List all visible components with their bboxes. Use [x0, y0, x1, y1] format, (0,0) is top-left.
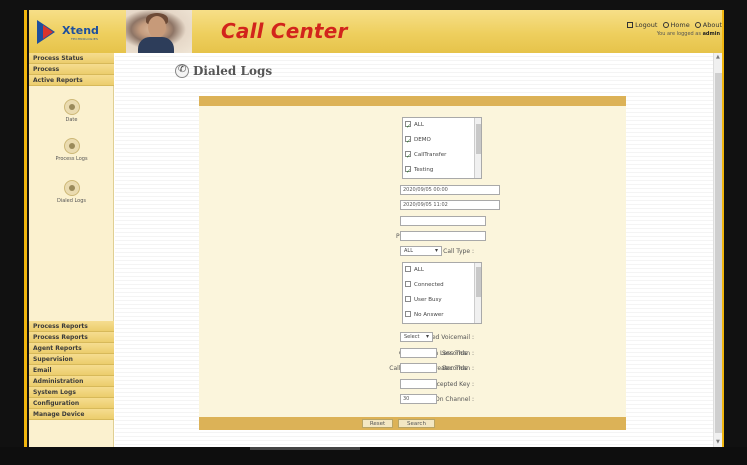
date-from-input[interactable]: 2020/09/05 00:00 — [400, 185, 500, 195]
brand-name: Xtend — [62, 24, 99, 37]
about-link[interactable]: About — [703, 21, 722, 29]
checkbox-icon[interactable] — [405, 281, 411, 287]
sidebar-sub-process-logs[interactable]: Process Logs — [29, 138, 114, 162]
list-item[interactable]: No Answer — [403, 308, 481, 323]
sidebar-sub-date[interactable]: Date — [29, 99, 114, 123]
logo-accent-icon — [43, 25, 53, 39]
main-content: Dialed Logs Process Name : ALL DEMO Call… — [115, 53, 713, 447]
reset-button[interactable]: Reset — [362, 419, 393, 428]
scroll-up-icon[interactable]: ▲ — [716, 55, 721, 60]
seconds-unit: Seconds — [442, 365, 468, 372]
sidebar-item-process-reports-2[interactable]: Process Reports — [29, 332, 114, 343]
login-prefix: You are logged as — [656, 31, 701, 37]
list-item[interactable]: DEMO — [403, 133, 481, 149]
date-to-input[interactable]: 2020/09/05 11:02 — [400, 200, 500, 210]
sidebar-item-email[interactable]: Email — [29, 365, 114, 376]
sidebar-sub-dialed-logs[interactable]: Dialed Logs — [29, 180, 114, 204]
sidebar-sub-label: Process Logs — [55, 156, 88, 162]
login-status: You are logged as admin — [657, 31, 720, 37]
sidebar-top-menu: Process Status Process Active Reports — [29, 53, 114, 86]
list-item[interactable]: ALL — [403, 118, 481, 134]
agent-photo — [126, 10, 192, 53]
sidebar-item-active-reports[interactable]: Active Reports — [29, 75, 114, 86]
list-item[interactable]: User Busy — [403, 293, 481, 308]
checkbox-icon[interactable] — [405, 311, 411, 317]
process-logs-icon — [63, 138, 80, 154]
sidebar-sub-label: Date — [65, 117, 78, 123]
sidebar-item-system-logs[interactable]: System Logs — [29, 387, 114, 398]
app-window: Xtend TECHNOLOGIES Call Center Logout Ho… — [29, 10, 722, 447]
home-link[interactable]: Home — [671, 21, 690, 29]
date-icon — [63, 99, 80, 115]
list-item[interactable]: Testing — [403, 163, 481, 179]
info-icon — [694, 22, 701, 28]
sidebar-item-process-reports[interactable]: Process Reports — [29, 321, 114, 332]
checkbox-checked-icon[interactable] — [405, 149, 411, 164]
sidebar-item-supervision[interactable]: Supervision — [29, 354, 114, 365]
scroll-down-icon[interactable]: ▼ — [716, 440, 721, 445]
sidebar-item-configuration[interactable]: Configuration — [29, 398, 114, 409]
list-item[interactable]: ALL — [403, 263, 481, 278]
duration-less-input[interactable] — [400, 348, 437, 358]
sidebar-item-process[interactable]: Process — [29, 64, 114, 75]
checkbox-checked-icon[interactable] — [405, 119, 411, 134]
call-type-select[interactable]: ALL ▾ — [400, 246, 442, 256]
search-form: Process Name : ALL DEMO CallTransfer Tes… — [199, 106, 626, 417]
received-voicemail-select[interactable]: Select ▾ — [400, 332, 433, 342]
phone-icon — [175, 64, 189, 78]
process-name-list[interactable]: ALL DEMO CallTransfer Testing — [402, 117, 482, 179]
sidebar-sub-label: Dialed Logs — [56, 198, 87, 204]
header-banner: Xtend TECHNOLOGIES Call Center Logout Ho… — [29, 10, 722, 53]
checkbox-checked-icon[interactable] — [405, 164, 411, 179]
top-links: Logout Home About — [624, 21, 722, 29]
chevron-down-icon: ▾ — [425, 333, 429, 340]
accepted-key-input[interactable] — [400, 379, 437, 389]
list-scrollbar[interactable] — [474, 263, 481, 323]
list-scrollbar[interactable] — [474, 118, 481, 178]
list-item[interactable]: CallTransfer — [403, 148, 481, 164]
brand-logo[interactable]: Xtend TECHNOLOGIES — [35, 17, 113, 47]
logout-icon — [627, 22, 634, 28]
process-phone-input[interactable] — [400, 231, 486, 241]
form-footer-bar: Reset Search — [199, 417, 626, 430]
checkbox-icon[interactable] — [405, 266, 411, 272]
dialed-logs-icon — [63, 180, 80, 196]
checkbox-checked-icon[interactable] — [405, 134, 411, 149]
form-header-bar — [199, 96, 626, 106]
sidebar-item-agent-reports[interactable]: Agent Reports — [29, 343, 114, 354]
chevron-down-icon: ▾ — [434, 247, 438, 254]
search-button[interactable]: Search — [398, 419, 435, 428]
checkbox-icon[interactable] — [405, 296, 411, 302]
call-status-list[interactable]: ALL Connected User Busy No Answer — [402, 262, 482, 324]
list-item[interactable]: Connected — [403, 278, 481, 293]
page-title: Dialed Logs — [193, 64, 273, 78]
home-icon — [662, 22, 669, 28]
sidebar: Process Status Process Active Reports Da… — [29, 53, 114, 447]
logout-link[interactable]: Logout — [635, 21, 657, 29]
login-user: admin — [702, 31, 720, 37]
duration-greater-input[interactable] — [400, 363, 437, 373]
sidebar-item-manage-device[interactable]: Manage Device — [29, 409, 114, 420]
sidebar-bottom-menu: Process Reports Process Reports Agent Re… — [29, 321, 114, 420]
called-number-input[interactable] — [400, 216, 486, 226]
bottom-bar — [0, 447, 747, 465]
seconds-unit: Seconds — [442, 350, 468, 357]
page-scrollbar[interactable]: ▲ ▼ — [713, 53, 722, 447]
sidebar-item-process-status[interactable]: Process Status — [29, 53, 114, 64]
app-title: Call Center — [221, 19, 348, 43]
scroll-thumb[interactable] — [715, 73, 722, 433]
brand-tagline: TECHNOLOGIES — [71, 37, 99, 41]
on-channel-input[interactable]: 30 — [400, 394, 437, 404]
sidebar-item-administration[interactable]: Administration — [29, 376, 114, 387]
